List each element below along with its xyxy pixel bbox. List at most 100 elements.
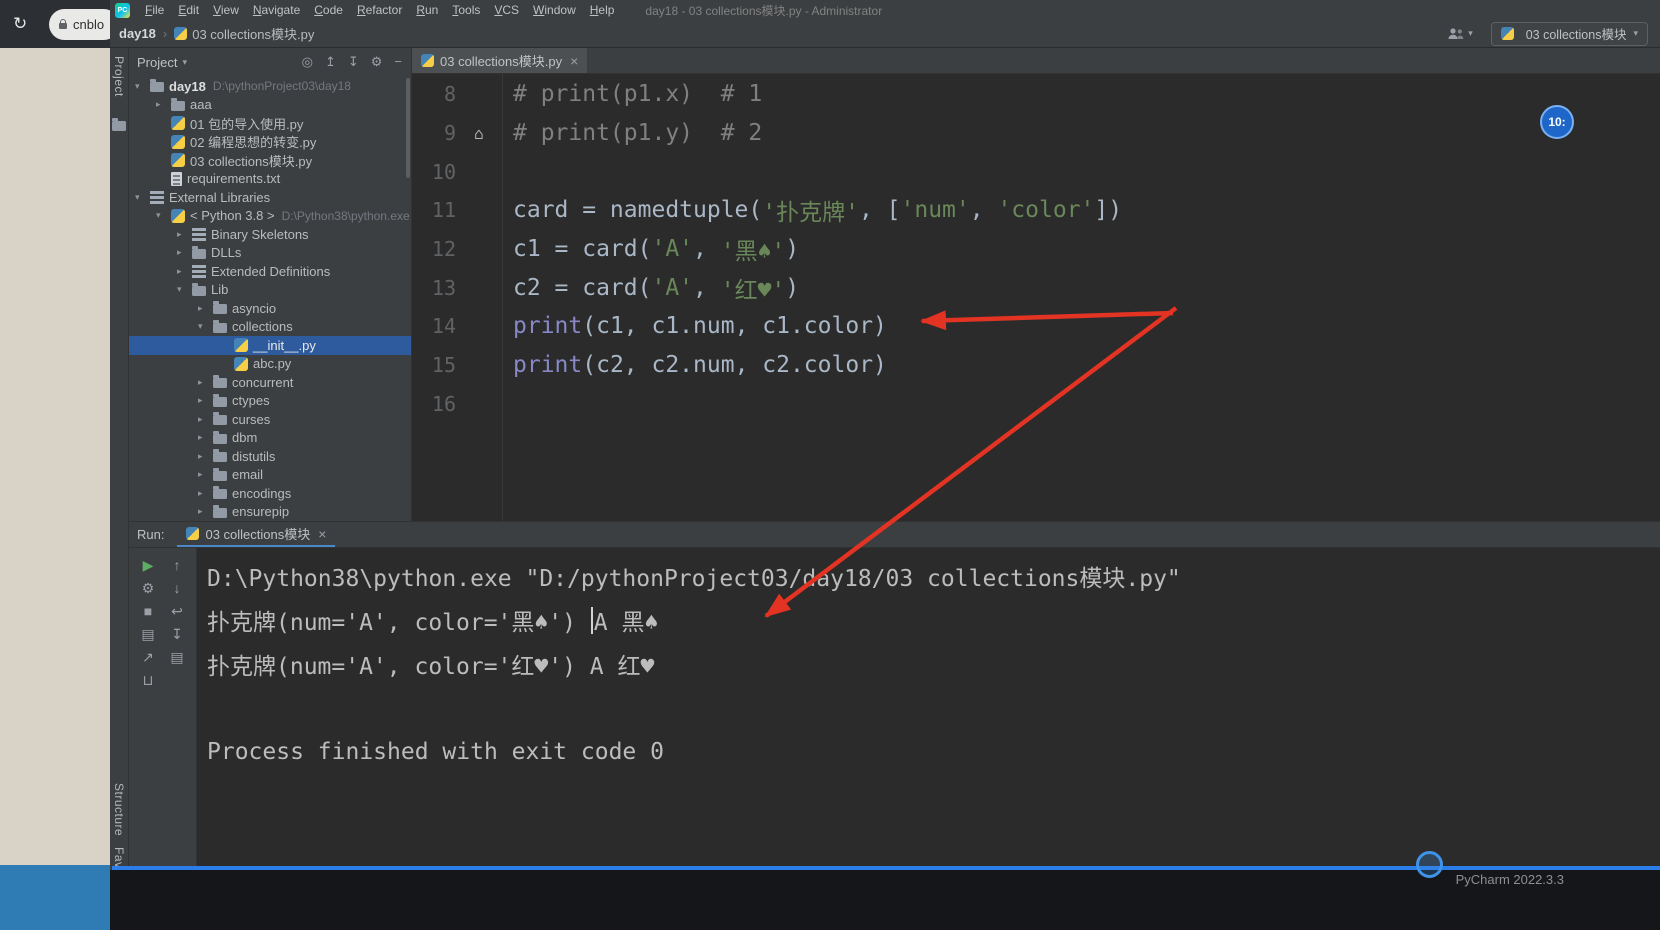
chevron-right-icon[interactable]: ▸: [176, 229, 192, 240]
menu-edit[interactable]: Edit: [171, 1, 206, 19]
tree-item[interactable]: ▸ curses: [129, 410, 411, 429]
collapse-all-icon[interactable]: ↧: [348, 54, 359, 70]
menu-view[interactable]: View: [206, 1, 246, 19]
tree-item[interactable]: ▸ ensurepip: [129, 503, 411, 522]
chevron-right-icon[interactable]: ▸: [197, 414, 213, 425]
tree-item[interactable]: ▸ Extended Definitions: [129, 262, 411, 281]
run-tab[interactable]: 03 collections模块 ×: [177, 522, 336, 547]
chevron-right-icon[interactable]: ▸: [176, 266, 192, 277]
tree-item[interactable]: ▸ concurrent: [129, 373, 411, 392]
soft-wrap-icon[interactable]: ↩: [171, 602, 183, 621]
menu-window[interactable]: Window: [526, 1, 583, 19]
hide-panel-icon[interactable]: −: [394, 54, 402, 70]
rerun-icon[interactable]: ▶: [143, 556, 154, 575]
tool-stripe-project[interactable]: Project: [112, 56, 126, 97]
browser-tab-label: cnblo: [73, 17, 105, 32]
chevron-right-icon[interactable]: ▸: [197, 469, 213, 480]
chevron-down-icon[interactable]: ▾: [134, 81, 150, 92]
code-token: (c1, c1.num, c1.color): [582, 313, 887, 340]
console-output[interactable]: D:\Python38\python.exe "D:/pythonProject…: [197, 548, 1660, 866]
folder-icon: [150, 79, 164, 93]
chevron-right-icon[interactable]: ▸: [155, 99, 171, 110]
tree-item[interactable]: ▸ encodings: [129, 484, 411, 503]
close-icon[interactable]: ×: [570, 53, 578, 69]
menu-refactor[interactable]: Refactor: [350, 1, 409, 19]
chevron-down-icon[interactable]: ▾: [197, 321, 213, 332]
code-token: ,: [969, 197, 998, 224]
breadcrumb-file[interactable]: 03 collections模块.py: [192, 24, 314, 43]
restore-layout-icon[interactable]: ▤: [141, 625, 154, 644]
scroll-to-end-icon[interactable]: ↧: [171, 625, 183, 644]
menu-run[interactable]: Run: [409, 1, 445, 19]
tree-item[interactable]: abc.py: [129, 355, 411, 374]
tree-item[interactable]: requirements.txt: [129, 170, 411, 189]
menu-file[interactable]: File: [138, 1, 171, 19]
print-console-icon[interactable]: ▤: [170, 648, 183, 667]
chevron-down-icon[interactable]: ▾: [155, 210, 171, 221]
chevron-down-icon[interactable]: ▾: [176, 284, 192, 295]
gutter-line: 10: [412, 152, 502, 191]
pin-icon[interactable]: ↗: [142, 648, 154, 667]
project-panel: Project ▾ ◎ ↥ ↧ ⚙ − ▾ day18 D:\pythonProject03…: [129, 48, 412, 521]
tree-item[interactable]: __init__.py: [129, 336, 411, 355]
breadcrumb-project[interactable]: day18: [119, 26, 156, 41]
chevron-right-icon[interactable]: ▸: [176, 247, 192, 258]
folder-icon: [192, 282, 206, 296]
locate-icon[interactable]: ◎: [302, 54, 313, 70]
next-occurrence-icon[interactable]: ↓: [174, 579, 181, 598]
close-icon[interactable]: ×: [318, 526, 326, 542]
tree-item[interactable]: ▾ < Python 3.8 > D:\Python38\python.exe: [129, 207, 411, 226]
pycharm-window: PC File Edit View Navigate Code Refactor Run To…: [110, 0, 1660, 930]
browser-tab[interactable]: cnblo: [49, 9, 110, 40]
code-editor[interactable]: 8 9 ⌂ 10 11 12 13 14 15 16 # print(p1.x) # 1 # pri…: [412, 74, 1660, 521]
tree-item[interactable]: ▸ dbm: [129, 429, 411, 448]
tree-item[interactable]: ▾ External Libraries: [129, 188, 411, 207]
tree-item-path: D:\Python38\python.exe: [281, 208, 410, 223]
tree-item[interactable]: 01 包的导入使用.py: [129, 114, 411, 133]
tree-item[interactable]: ▸ DLLs: [129, 244, 411, 263]
tree-item[interactable]: ▸ asyncio: [129, 299, 411, 318]
clear-icon[interactable]: ⊔: [143, 671, 154, 690]
run-settings-icon[interactable]: ⚙: [142, 579, 155, 598]
menu-navigate[interactable]: Navigate: [246, 1, 307, 19]
project-tool-icon[interactable]: [112, 118, 126, 131]
tree-item[interactable]: ▸ aaa: [129, 96, 411, 115]
expand-all-icon[interactable]: ↥: [325, 54, 336, 70]
settings-icon[interactable]: ⚙: [371, 54, 383, 70]
code-token: c2 = card(: [513, 274, 652, 301]
code-with-me-button[interactable]: ▾: [1447, 27, 1473, 41]
menu-vcs[interactable]: VCS: [487, 1, 526, 19]
tree-item-label: Lib: [211, 282, 229, 298]
chevron-down-icon[interactable]: ▾: [182, 57, 187, 68]
stop-icon[interactable]: ■: [144, 602, 152, 621]
scrollbar[interactable]: [406, 78, 410, 178]
top-row: Project ▾ ◎ ↥ ↧ ⚙ − ▾ day18 D:\pythonProject03…: [129, 48, 1660, 521]
tree-item[interactable]: ▸ ctypes: [129, 392, 411, 411]
tree-item[interactable]: 02 编程思想的转变.py: [129, 133, 411, 152]
menu-code[interactable]: Code: [307, 1, 350, 19]
tree-item[interactable]: ▸ Binary Skeletons: [129, 225, 411, 244]
menu-tools[interactable]: Tools: [445, 1, 487, 19]
menu-help[interactable]: Help: [583, 1, 622, 19]
tree-item[interactable]: ▾ day18 D:\pythonProject03\day18: [129, 77, 411, 96]
tree-item[interactable]: ▾ Lib: [129, 281, 411, 300]
tool-stripe-structure[interactable]: Structure: [112, 783, 126, 836]
chevron-right-icon[interactable]: ▸: [197, 303, 213, 314]
editor-tab[interactable]: 03 collections模块.py ×: [412, 48, 588, 73]
tree-item[interactable]: ▸ email: [129, 466, 411, 485]
tree-item[interactable]: ▸ distutils: [129, 447, 411, 466]
chevron-right-icon[interactable]: ▸: [197, 506, 213, 517]
reload-icon[interactable]: ↻: [13, 14, 27, 34]
chevron-right-icon[interactable]: ▸: [197, 432, 213, 443]
tree-item[interactable]: 03 collections模块.py: [129, 151, 411, 170]
chevron-right-icon[interactable]: ▸: [197, 377, 213, 388]
chevron-right-icon[interactable]: ▸: [197, 395, 213, 406]
chevron-down-icon[interactable]: ▾: [134, 192, 150, 203]
prev-occurrence-icon[interactable]: ↑: [174, 556, 181, 575]
run-config-selector[interactable]: 03 collections模块 ▾: [1490, 21, 1648, 46]
project-panel-title[interactable]: Project: [137, 55, 177, 70]
chevron-right-icon[interactable]: ▸: [197, 488, 213, 499]
chevron-right-icon[interactable]: ▸: [197, 451, 213, 462]
tree-item[interactable]: ▾ collections: [129, 318, 411, 337]
code-line: print (c2, c2.num, c2.color): [513, 346, 1660, 385]
